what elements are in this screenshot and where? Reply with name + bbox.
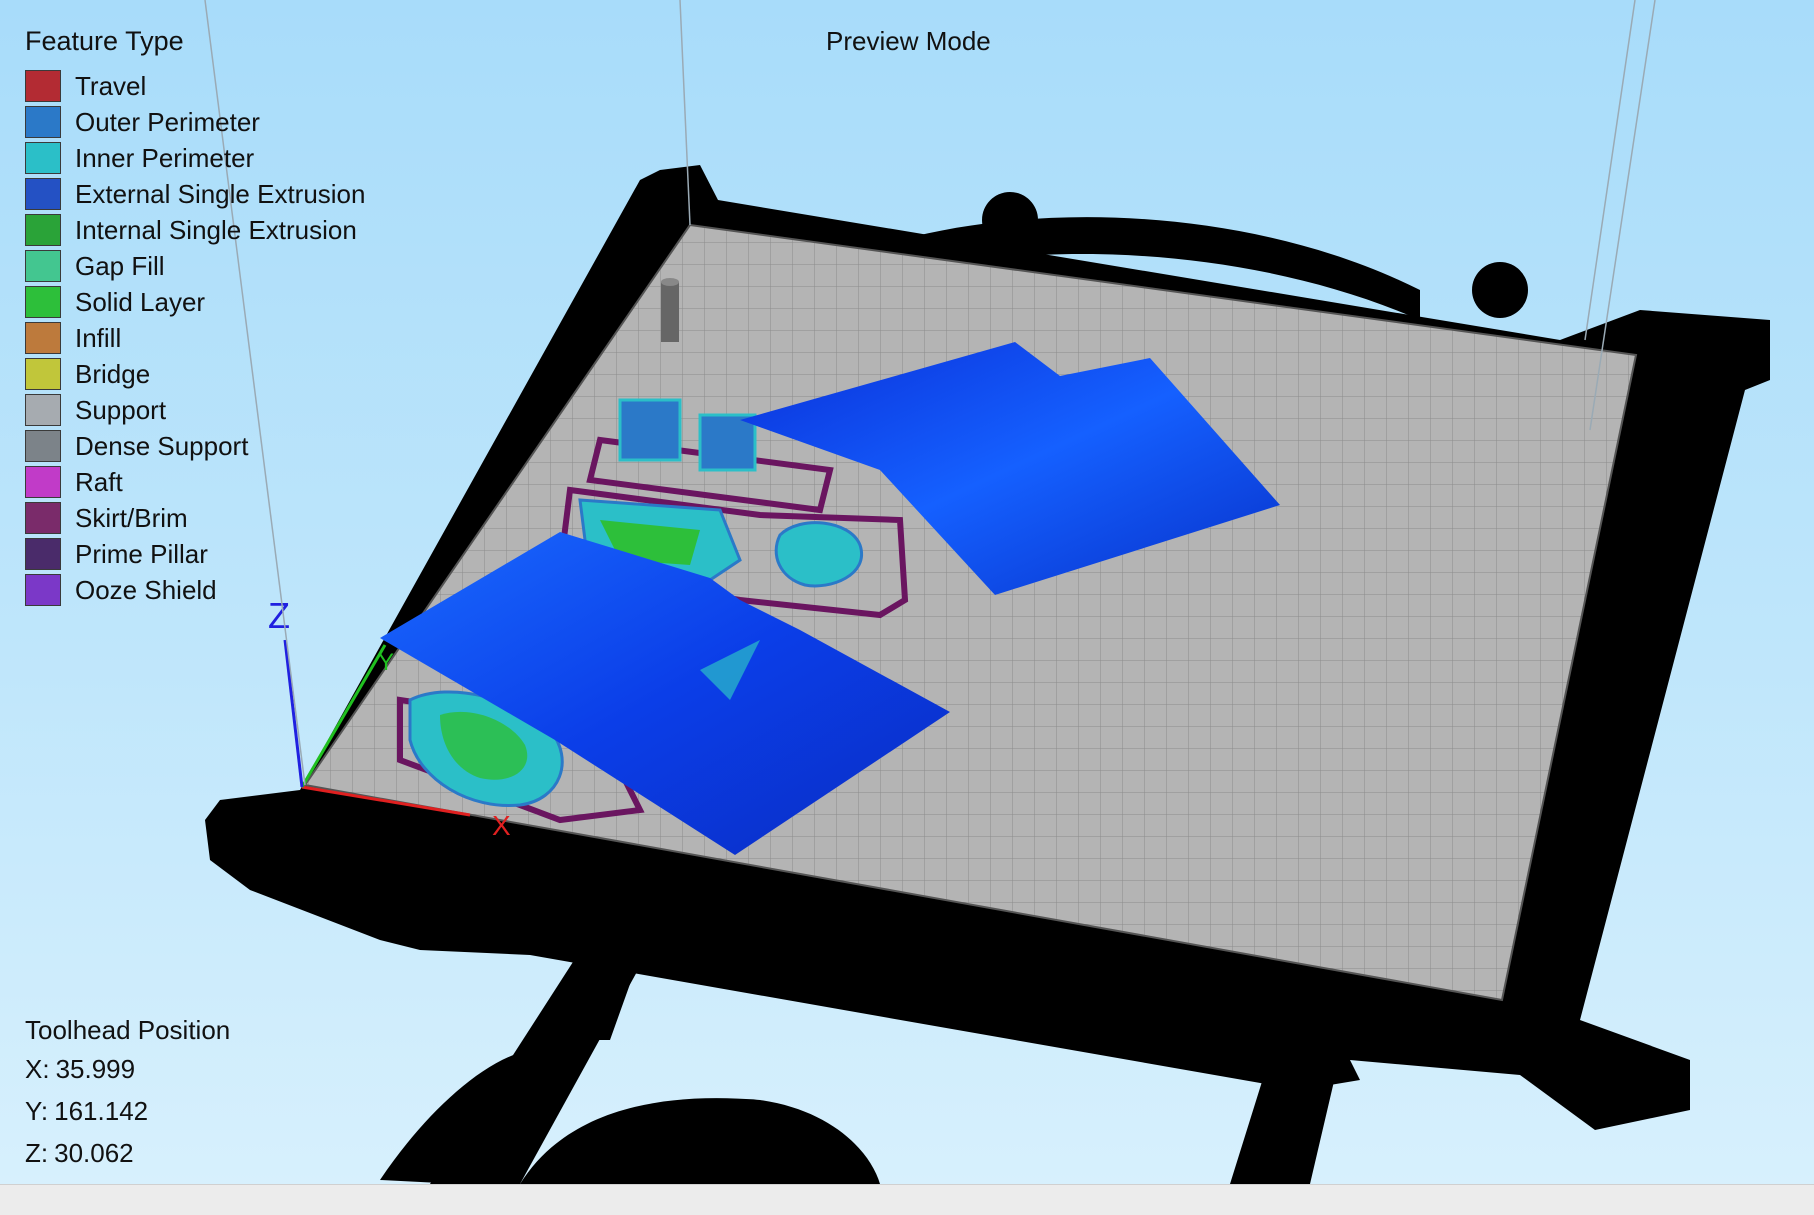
legend-item-ooze-shield[interactable]: Ooze Shield: [25, 572, 365, 608]
legend-item-external-single-extrusion[interactable]: External Single Extrusion: [25, 176, 365, 212]
legend-swatch: [25, 358, 61, 390]
legend-label: Dense Support: [75, 430, 249, 461]
legend-swatch: [25, 70, 61, 102]
toolhead-y-value: 161.142: [54, 1096, 149, 1126]
legend-item-inner-perimeter[interactable]: Inner Perimeter: [25, 140, 365, 176]
legend-label: External Single Extrusion: [75, 178, 366, 209]
legend-label: Solid Layer: [75, 286, 206, 317]
legend-label: Outer Perimeter: [75, 106, 260, 137]
legend-item-infill[interactable]: Infill: [25, 320, 365, 356]
toolhead-y: Y: 161.142: [25, 1090, 230, 1132]
toolhead-y-label: Y:: [25, 1096, 49, 1126]
toolhead-z-label: Z:: [25, 1138, 49, 1168]
legend-swatch: [25, 286, 61, 318]
legend-item-gap-fill[interactable]: Gap Fill: [25, 248, 365, 284]
toolhead-z: Z: 30.062: [25, 1132, 230, 1174]
legend-label: Inner Perimeter: [75, 142, 255, 173]
legend-label: Skirt/Brim: [75, 502, 188, 533]
legend-swatch: [25, 214, 61, 246]
toolhead-position-panel: Toolhead Position X: 35.999 Y: 161.142 Z…: [25, 1012, 230, 1174]
y-axis-label: Y: [378, 649, 394, 676]
feature-type-legend: Feature Type Travel Outer Perimeter Inner …: [25, 24, 365, 608]
legend-item-outer-perimeter[interactable]: Outer Perimeter: [25, 104, 365, 140]
legend-item-travel[interactable]: Travel: [25, 68, 365, 104]
legend-label: Infill: [75, 322, 122, 353]
legend-swatch: [25, 574, 61, 606]
toolhead-z-value: 30.062: [54, 1138, 134, 1168]
legend-label: Travel: [75, 70, 147, 101]
toolhead-x-label: X:: [25, 1054, 50, 1084]
legend-item-skirt-brim[interactable]: Skirt/Brim: [25, 500, 365, 536]
legend-item-internal-single-extrusion[interactable]: Internal Single Extrusion: [25, 212, 365, 248]
3d-preview-viewport[interactable]: X Y Z Feature Type Travel Outer Perimeter…: [0, 0, 1814, 1184]
legend-title: Feature Type: [25, 26, 184, 56]
prime-pillar: [661, 278, 679, 342]
legend-item-raft[interactable]: Raft: [25, 464, 365, 500]
legend-item-support[interactable]: Support: [25, 392, 365, 428]
toolhead-x-value: 35.999: [55, 1054, 136, 1084]
preview-mode-title: Preview Mode: [826, 26, 991, 56]
legend-swatch: [25, 322, 61, 354]
legend-label: Raft: [75, 466, 123, 497]
bottom-status-bar: [0, 1184, 1814, 1215]
legend-label: Support: [75, 394, 167, 425]
legend-swatch: [25, 430, 61, 462]
x-axis-label: X: [492, 810, 511, 841]
toolhead-x: X: 35.999: [25, 1048, 230, 1090]
legend-item-solid-layer[interactable]: Solid Layer: [25, 284, 365, 320]
legend-swatch: [25, 502, 61, 534]
toolhead-title: Toolhead Position: [25, 1015, 231, 1045]
legend-swatch: [25, 178, 61, 210]
legend-swatch: [25, 466, 61, 498]
legend-swatch: [25, 538, 61, 570]
legend-swatch: [25, 142, 61, 174]
legend-item-prime-pillar[interactable]: Prime Pillar: [25, 536, 365, 572]
legend-item-bridge[interactable]: Bridge: [25, 356, 365, 392]
legend-label: Gap Fill: [75, 250, 165, 281]
legend-label: Prime Pillar: [75, 538, 208, 569]
legend-label: Internal Single Extrusion: [75, 214, 357, 245]
legend-swatch: [25, 250, 61, 282]
legend-swatch: [25, 106, 61, 138]
legend-label: Bridge: [75, 358, 151, 389]
legend-label: Ooze Shield: [75, 574, 217, 605]
legend-swatch: [25, 394, 61, 426]
legend-item-dense-support[interactable]: Dense Support: [25, 428, 365, 464]
